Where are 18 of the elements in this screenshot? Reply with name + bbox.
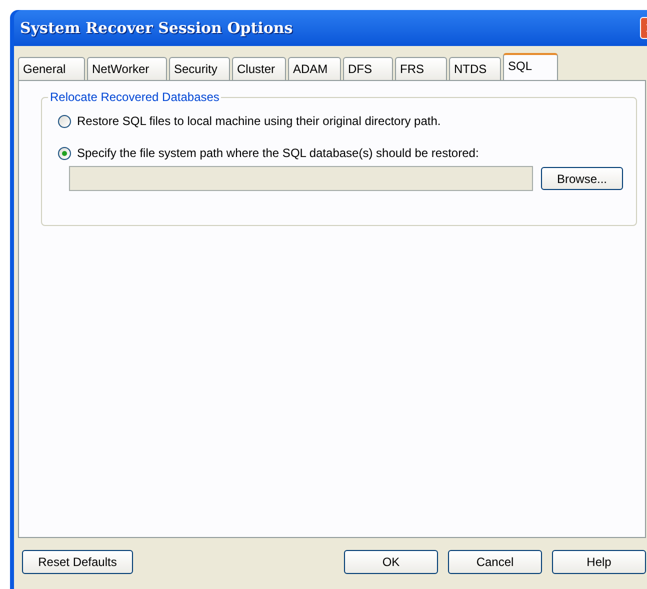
tab[interactable]: ADAM [288, 57, 341, 80]
dialog-button[interactable]: OK [344, 550, 438, 574]
tab[interactable]: FRS [395, 57, 447, 80]
window-title: System Recover Session Options [20, 18, 294, 39]
tab[interactable]: DFS [343, 57, 393, 80]
option-label: Specify the file system path where the SQL database(s) should be restored: [77, 145, 479, 162]
reset-defaults-button[interactable]: Reset Defaults [22, 550, 133, 574]
option-label: Restore SQL files to local machine using their original directory path. [77, 113, 441, 130]
tab[interactable]: Security [169, 57, 230, 80]
tab[interactable]: Cluster [232, 57, 286, 80]
tab[interactable]: SQL [503, 53, 558, 80]
dialog-button[interactable]: Cancel [448, 550, 542, 574]
tab[interactable]: NetWorker [87, 57, 167, 80]
group-title: Relocate Recovered Databases [48, 90, 222, 104]
tab[interactable]: General [18, 57, 85, 80]
tab[interactable]: NTDS [449, 57, 501, 80]
browse-button[interactable]: Browse... [541, 167, 623, 190]
dialog-button[interactable]: Help [552, 550, 646, 574]
